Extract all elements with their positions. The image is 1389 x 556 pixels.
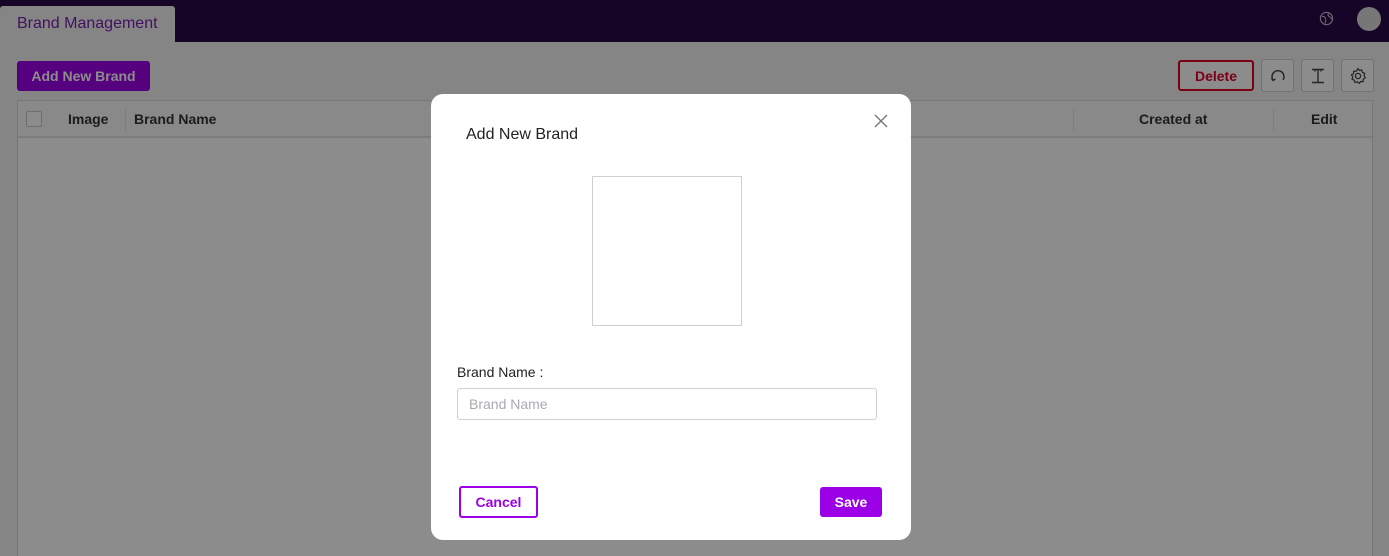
brand-name-label: Brand Name : xyxy=(457,364,544,380)
brand-name-input[interactable] xyxy=(457,388,877,420)
modal-title: Add New Brand xyxy=(466,126,579,143)
cancel-button[interactable]: Cancel xyxy=(459,486,538,518)
image-upload-area[interactable] xyxy=(592,176,742,326)
add-brand-modal: Add New Brand Brand Name : Cancel Save xyxy=(431,94,911,540)
save-button[interactable]: Save xyxy=(820,487,882,517)
close-icon[interactable] xyxy=(872,112,890,130)
